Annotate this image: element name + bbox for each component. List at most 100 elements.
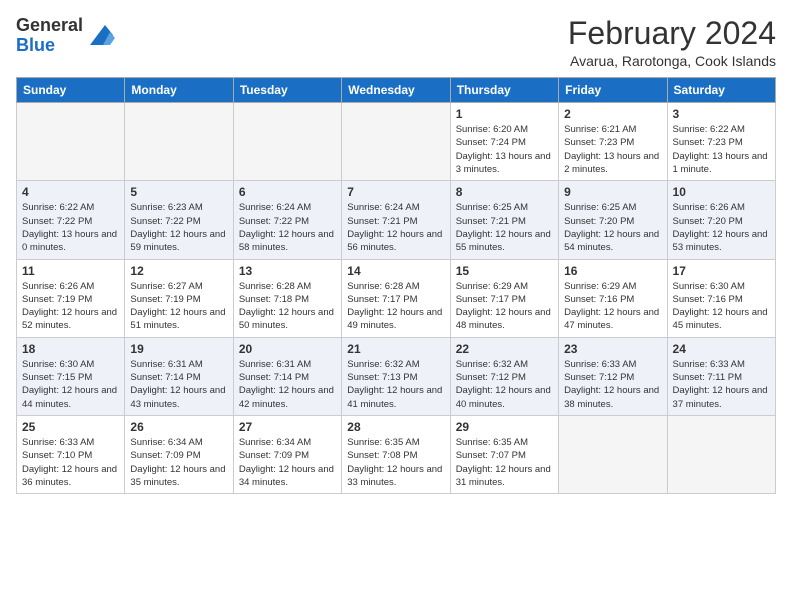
table-row: 4 Sunrise: 6:22 AMSunset: 7:22 PMDaylight… [17, 181, 125, 259]
calendar-title: February 2024 [568, 16, 776, 51]
day-info: Sunrise: 6:25 AMSunset: 7:20 PMDaylight:… [564, 201, 661, 254]
day-number: 29 [456, 420, 553, 434]
day-info: Sunrise: 6:20 AMSunset: 7:24 PMDaylight:… [456, 123, 553, 176]
day-number: 10 [673, 185, 770, 199]
header-sunday: Sunday [17, 78, 125, 103]
table-row: 16 Sunrise: 6:29 AMSunset: 7:16 PMDayligh… [559, 259, 667, 337]
table-row: 25 Sunrise: 6:33 AMSunset: 7:10 PMDayligh… [17, 415, 125, 493]
table-row: 24 Sunrise: 6:33 AMSunset: 7:11 PMDayligh… [667, 337, 775, 415]
day-info: Sunrise: 6:29 AMSunset: 7:16 PMDaylight:… [564, 280, 661, 333]
day-info: Sunrise: 6:26 AMSunset: 7:19 PMDaylight:… [22, 280, 119, 333]
weekday-header-row: Sunday Monday Tuesday Wednesday Thursday… [17, 78, 776, 103]
day-info: Sunrise: 6:24 AMSunset: 7:22 PMDaylight:… [239, 201, 336, 254]
day-info: Sunrise: 6:29 AMSunset: 7:17 PMDaylight:… [456, 280, 553, 333]
day-number: 14 [347, 264, 444, 278]
table-row: 3 Sunrise: 6:22 AMSunset: 7:23 PMDaylight… [667, 103, 775, 181]
header-monday: Monday [125, 78, 233, 103]
header-saturday: Saturday [667, 78, 775, 103]
day-number: 18 [22, 342, 119, 356]
day-number: 15 [456, 264, 553, 278]
table-row [342, 103, 450, 181]
table-row [125, 103, 233, 181]
logo-text: General Blue [16, 16, 83, 56]
table-row [17, 103, 125, 181]
calendar-week-row: 4 Sunrise: 6:22 AMSunset: 7:22 PMDaylight… [17, 181, 776, 259]
table-row: 14 Sunrise: 6:28 AMSunset: 7:17 PMDayligh… [342, 259, 450, 337]
day-number: 25 [22, 420, 119, 434]
day-info: Sunrise: 6:33 AMSunset: 7:10 PMDaylight:… [22, 436, 119, 489]
day-number: 26 [130, 420, 227, 434]
day-number: 4 [22, 185, 119, 199]
header-tuesday: Tuesday [233, 78, 341, 103]
table-row: 13 Sunrise: 6:28 AMSunset: 7:18 PMDayligh… [233, 259, 341, 337]
day-number: 3 [673, 107, 770, 121]
day-number: 2 [564, 107, 661, 121]
day-number: 23 [564, 342, 661, 356]
day-info: Sunrise: 6:22 AMSunset: 7:23 PMDaylight:… [673, 123, 770, 176]
day-number: 16 [564, 264, 661, 278]
day-info: Sunrise: 6:32 AMSunset: 7:12 PMDaylight:… [456, 358, 553, 411]
table-row: 19 Sunrise: 6:31 AMSunset: 7:14 PMDayligh… [125, 337, 233, 415]
header-wednesday: Wednesday [342, 78, 450, 103]
day-number: 17 [673, 264, 770, 278]
header: General Blue February 2024 Avarua, Rarot… [16, 16, 776, 69]
day-info: Sunrise: 6:30 AMSunset: 7:16 PMDaylight:… [673, 280, 770, 333]
day-info: Sunrise: 6:25 AMSunset: 7:21 PMDaylight:… [456, 201, 553, 254]
title-block: February 2024 Avarua, Rarotonga, Cook Is… [568, 16, 776, 69]
table-row: 11Sunrise: 6:26 AMSunset: 7:19 PMDayligh… [17, 259, 125, 337]
table-row: 9 Sunrise: 6:25 AMSunset: 7:20 PMDaylight… [559, 181, 667, 259]
table-row [233, 103, 341, 181]
table-row: 1Sunrise: 6:20 AMSunset: 7:24 PMDaylight… [450, 103, 558, 181]
day-number: 7 [347, 185, 444, 199]
day-info: Sunrise: 6:33 AMSunset: 7:11 PMDaylight:… [673, 358, 770, 411]
table-row: 27 Sunrise: 6:34 AMSunset: 7:09 PMDayligh… [233, 415, 341, 493]
logo-general: General [16, 16, 83, 36]
calendar-table: Sunday Monday Tuesday Wednesday Thursday… [16, 77, 776, 494]
day-info: Sunrise: 6:22 AMSunset: 7:22 PMDaylight:… [22, 201, 119, 254]
day-info: Sunrise: 6:31 AMSunset: 7:14 PMDaylight:… [239, 358, 336, 411]
page: General Blue February 2024 Avarua, Rarot… [0, 0, 792, 612]
logo-blue: Blue [16, 36, 83, 56]
table-row: 15 Sunrise: 6:29 AMSunset: 7:17 PMDayligh… [450, 259, 558, 337]
day-number: 9 [564, 185, 661, 199]
day-info: Sunrise: 6:31 AMSunset: 7:14 PMDaylight:… [130, 358, 227, 411]
day-info: Sunrise: 6:28 AMSunset: 7:18 PMDaylight:… [239, 280, 336, 333]
calendar-week-row: 18 Sunrise: 6:30 AMSunset: 7:15 PMDayligh… [17, 337, 776, 415]
table-row: 28Sunrise: 6:35 AMSunset: 7:08 PMDayligh… [342, 415, 450, 493]
day-info: Sunrise: 6:32 AMSunset: 7:13 PMDaylight:… [347, 358, 444, 411]
day-info: Sunrise: 6:34 AMSunset: 7:09 PMDaylight:… [130, 436, 227, 489]
table-row [667, 415, 775, 493]
day-number: 28 [347, 420, 444, 434]
table-row: 10Sunrise: 6:26 AMSunset: 7:20 PMDayligh… [667, 181, 775, 259]
day-info: Sunrise: 6:24 AMSunset: 7:21 PMDaylight:… [347, 201, 444, 254]
logo: General Blue [16, 16, 115, 56]
day-number: 27 [239, 420, 336, 434]
table-row: 20Sunrise: 6:31 AMSunset: 7:14 PMDayligh… [233, 337, 341, 415]
logo-icon [85, 20, 115, 50]
day-number: 6 [239, 185, 336, 199]
table-row: 23Sunrise: 6:33 AMSunset: 7:12 PMDayligh… [559, 337, 667, 415]
table-row: 18 Sunrise: 6:30 AMSunset: 7:15 PMDayligh… [17, 337, 125, 415]
day-info: Sunrise: 6:27 AMSunset: 7:19 PMDaylight:… [130, 280, 227, 333]
day-number: 13 [239, 264, 336, 278]
table-row: 12 Sunrise: 6:27 AMSunset: 7:19 PMDayligh… [125, 259, 233, 337]
day-number: 22 [456, 342, 553, 356]
calendar-week-row: 25 Sunrise: 6:33 AMSunset: 7:10 PMDayligh… [17, 415, 776, 493]
table-row: 29Sunrise: 6:35 AMSunset: 7:07 PMDayligh… [450, 415, 558, 493]
day-info: Sunrise: 6:30 AMSunset: 7:15 PMDaylight:… [22, 358, 119, 411]
day-number: 12 [130, 264, 227, 278]
day-info: Sunrise: 6:34 AMSunset: 7:09 PMDaylight:… [239, 436, 336, 489]
day-number: 8 [456, 185, 553, 199]
table-row: 7 Sunrise: 6:24 AMSunset: 7:21 PMDaylight… [342, 181, 450, 259]
day-info: Sunrise: 6:21 AMSunset: 7:23 PMDaylight:… [564, 123, 661, 176]
table-row: 6 Sunrise: 6:24 AMSunset: 7:22 PMDaylight… [233, 181, 341, 259]
day-info: Sunrise: 6:28 AMSunset: 7:17 PMDaylight:… [347, 280, 444, 333]
table-row: 17 Sunrise: 6:30 AMSunset: 7:16 PMDayligh… [667, 259, 775, 337]
day-number: 19 [130, 342, 227, 356]
day-number: 24 [673, 342, 770, 356]
day-number: 21 [347, 342, 444, 356]
calendar-week-row: 1Sunrise: 6:20 AMSunset: 7:24 PMDaylight… [17, 103, 776, 181]
table-row: 2 Sunrise: 6:21 AMSunset: 7:23 PMDaylight… [559, 103, 667, 181]
table-row: 22 Sunrise: 6:32 AMSunset: 7:12 PMDayligh… [450, 337, 558, 415]
day-number: 5 [130, 185, 227, 199]
